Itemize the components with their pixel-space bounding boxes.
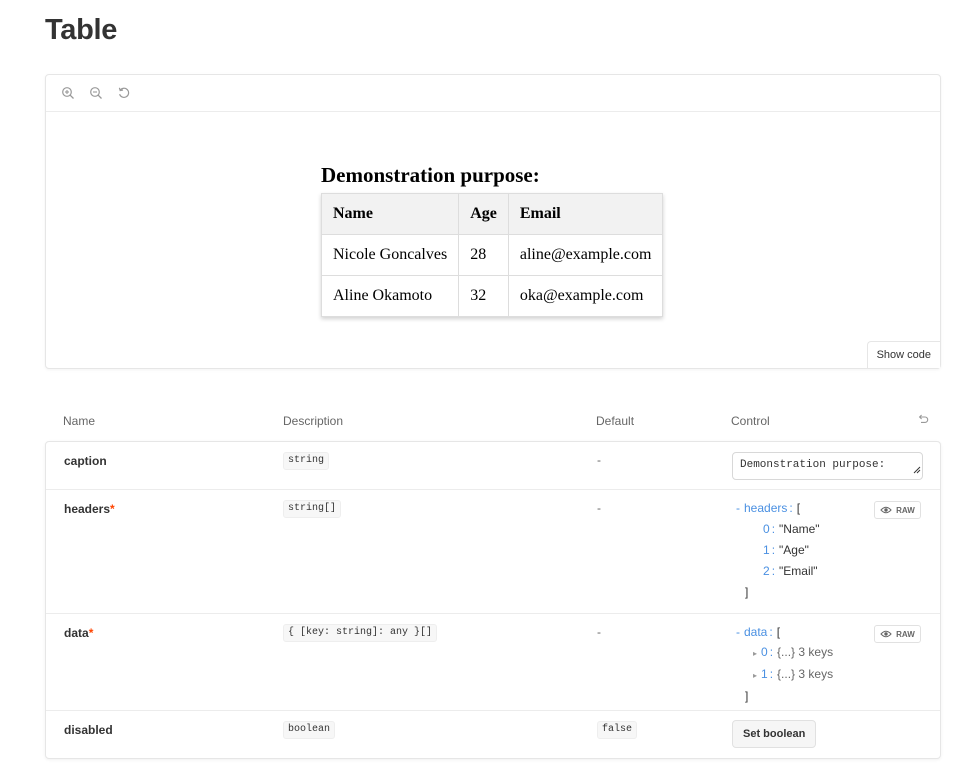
resize-grip-icon[interactable]: [913, 466, 921, 478]
json-colon: :: [771, 522, 776, 536]
show-code-button[interactable]: Show code: [866, 341, 940, 368]
required-indicator: *: [110, 502, 115, 516]
column-header-email: Email: [507, 193, 664, 235]
type-badge: boolean: [283, 721, 336, 739]
table-caption: Demonstration purpose:: [321, 163, 540, 187]
json-index: 2: [763, 564, 770, 578]
json-root[interactable]: - headers:[: [736, 498, 980, 519]
column-header-name: Name: [63, 414, 96, 428]
table-header-row: Name Age Email: [320, 193, 664, 235]
type-badge: string: [283, 452, 330, 470]
json-close-bracket: ]: [745, 585, 749, 599]
column-header-age: Age: [458, 193, 509, 235]
cell-name: Nicole Goncalves: [320, 234, 460, 276]
json-colon: :: [769, 667, 774, 681]
reset-zoom-icon[interactable]: [114, 83, 134, 103]
args-table: caption string - Demonstration purpose: …: [45, 441, 941, 759]
zoom-in-icon[interactable]: [58, 83, 78, 103]
reset-controls-icon[interactable]: [917, 414, 929, 429]
json-item[interactable]: 0: "Name": [736, 519, 980, 540]
json-colon: :: [789, 501, 793, 515]
raw-toggle-button[interactable]: RAW: [874, 625, 921, 643]
json-value: "Name": [779, 522, 820, 536]
arg-name: caption: [64, 454, 107, 468]
json-index: 0: [763, 522, 770, 536]
json-value: {...} 3 keys: [777, 667, 834, 681]
type-badge: { [key: string]: any }[]: [283, 624, 438, 642]
arg-row-data: data* { [key: string]: any }[] - - data:[…: [46, 613, 940, 710]
json-item[interactable]: 2: "Email": [736, 561, 980, 582]
json-value: "Email": [779, 564, 818, 578]
demo-table-container: Demonstration purpose: Name Age Email Ni…: [320, 163, 664, 317]
default-value: -: [597, 453, 601, 467]
json-colon: :: [771, 543, 776, 557]
column-header-control: Control: [731, 414, 770, 428]
table-row: Nicole Goncalves 28 aline@example.com: [320, 234, 664, 276]
json-colon: :: [771, 564, 776, 578]
cell-email: aline@example.com: [507, 234, 664, 276]
raw-toggle-button[interactable]: RAW: [874, 501, 921, 519]
caption-control: Demonstration purpose:: [732, 452, 923, 480]
collapse-icon[interactable]: -: [736, 501, 740, 515]
json-index: 1: [761, 667, 768, 681]
default-value: -: [597, 501, 601, 515]
arg-name-text: data: [64, 626, 89, 640]
json-item[interactable]: 1: "Age": [736, 540, 980, 561]
arg-name-text: headers: [64, 502, 111, 516]
preview-toolbar: [46, 75, 940, 112]
cell-age: 32: [458, 275, 509, 317]
caption-textarea[interactable]: Demonstration purpose:: [732, 452, 923, 480]
json-open-bracket: [: [776, 625, 781, 639]
json-open-bracket: [: [796, 501, 801, 515]
json-key: headers: [744, 501, 788, 515]
args-table-header: Name Description Default Control: [45, 414, 941, 430]
story-preview: Demonstration purpose: Name Age Email Ni…: [45, 74, 941, 369]
cell-age: 28: [458, 234, 509, 276]
eye-icon: [880, 630, 892, 638]
column-header-name: Name: [320, 193, 460, 235]
json-item[interactable]: ▸ 1: {...} 3 keys: [736, 664, 980, 686]
headers-json-editor: - headers:[ 0: "Name" 1: "Age" 2: "Email" ]: [736, 498, 980, 603]
zoom-out-icon[interactable]: [86, 83, 106, 103]
cell-email: oka@example.com: [507, 275, 664, 317]
data-json-editor: - data:[ ▸ 0: {...} 3 keys ▸ 1: {...} 3 keys …: [736, 622, 980, 706]
expand-caret-icon[interactable]: ▸: [753, 649, 757, 658]
required-indicator: *: [88, 626, 94, 640]
default-value: -: [597, 625, 601, 639]
collapse-icon[interactable]: -: [736, 625, 740, 639]
json-key: data: [744, 625, 768, 639]
json-root[interactable]: - data:[: [736, 622, 980, 642]
arg-name: headers*: [64, 502, 115, 516]
page-title: Table: [45, 14, 118, 46]
caption-textarea-value: Demonstration purpose:: [740, 459, 886, 471]
column-header-default: Default: [596, 414, 635, 428]
json-value: "Age": [779, 543, 809, 557]
expand-caret-icon[interactable]: ▸: [753, 671, 757, 680]
raw-label: RAW: [896, 505, 915, 515]
set-boolean-button[interactable]: Set boolean: [732, 720, 817, 748]
arg-row-headers: headers* string[] - - headers:[ 0: "Name" …: [46, 489, 940, 613]
arg-row-disabled: disabled boolean false Set boolean: [46, 710, 940, 758]
eye-icon: [880, 506, 892, 514]
json-index: 1: [763, 543, 770, 557]
arg-name: disabled: [64, 723, 113, 737]
json-index: 0: [761, 645, 768, 659]
json-colon: :: [769, 625, 773, 639]
json-value: {...} 3 keys: [777, 645, 834, 659]
default-value: false: [597, 721, 638, 739]
column-header-description: Description: [283, 414, 344, 428]
demo-table: Name Age Email Nicole Goncalves 28 aline…: [320, 193, 664, 317]
arg-row-caption: caption string - Demonstration purpose:: [46, 442, 940, 489]
json-close-bracket: ]: [745, 689, 749, 703]
type-badge: string[]: [283, 500, 342, 518]
raw-label: RAW: [896, 629, 915, 639]
cell-name: Aline Okamoto: [320, 275, 460, 317]
json-colon: :: [769, 645, 774, 659]
arg-name: data*: [64, 626, 93, 640]
json-item[interactable]: ▸ 0: {...} 3 keys: [736, 642, 980, 664]
table-row: Aline Okamoto 32 oka@example.com: [320, 275, 664, 317]
